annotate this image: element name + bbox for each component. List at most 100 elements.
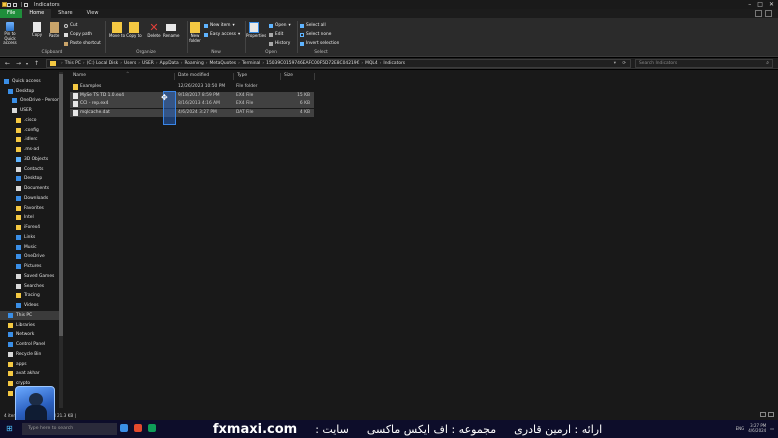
nav-item[interactable]: Videos — [0, 301, 39, 310]
nav-item[interactable]: OneDrive - Person — [0, 96, 60, 105]
nav-item[interactable]: apps — [0, 360, 27, 369]
breadcrumb-chevron-icon[interactable]: › — [181, 61, 183, 66]
column-type[interactable]: Type — [237, 73, 247, 78]
help-icon[interactable] — [765, 10, 772, 17]
edit-button[interactable]: Edit — [269, 32, 283, 37]
maximize-button[interactable]: □ — [757, 1, 763, 8]
address-dropdown-icon[interactable]: ▾ — [614, 61, 616, 66]
address-bar[interactable]: › This PC › (C:) Local Disk › Users › USER › AppD… — [46, 59, 631, 68]
task-view-icon[interactable] — [120, 424, 128, 432]
nav-item[interactable]: Documents — [0, 184, 49, 193]
search-input[interactable]: Search Indicators ⌕ — [635, 59, 773, 68]
rename-button[interactable]: Rename — [163, 22, 179, 39]
back-icon[interactable]: ← — [5, 60, 10, 67]
breadcrumb-chevron-icon[interactable]: › — [262, 61, 264, 66]
breadcrumb-chevron-icon[interactable]: › — [380, 61, 382, 66]
up-icon[interactable]: ↑ — [34, 60, 39, 67]
column-size[interactable]: Size — [284, 73, 293, 78]
breadcrumb-item[interactable]: This PC — [65, 61, 81, 66]
windows-start-icon[interactable]: ⊞ — [6, 424, 13, 433]
select-none-button[interactable]: Select none — [300, 32, 331, 37]
invert-selection-button[interactable]: Invert selection — [300, 41, 339, 46]
nav-item[interactable]: avat akhar — [0, 369, 40, 378]
refresh-icon[interactable]: ⟳ — [622, 61, 626, 66]
nav-item[interactable]: Searches — [0, 282, 44, 291]
minimize-button[interactable]: – — [748, 1, 751, 8]
tab-file[interactable]: File — [0, 9, 23, 18]
new-item-button[interactable]: New item ▾ — [204, 23, 235, 28]
language-indicator[interactable]: ENG — [736, 426, 745, 431]
nav-item[interactable]: Recycle Bin — [0, 350, 41, 359]
scrollbar-thumb[interactable] — [59, 74, 63, 336]
clock[interactable]: 3:27 PM 4/6/2024 — [748, 423, 766, 433]
breadcrumb-item[interactable]: (C:) Local Disk — [87, 61, 119, 66]
paste-button[interactable]: Paste — [46, 22, 62, 39]
file-row[interactable]: Examples 12/26/2023 10:50 PM File folder — [70, 83, 314, 91]
breadcrumb-item[interactable]: Terminal — [242, 61, 261, 66]
ribbon-collapse-icon[interactable] — [755, 10, 762, 17]
nav-item[interactable]: 3D Objects — [0, 155, 48, 164]
select-all-button[interactable]: Select all — [300, 23, 326, 28]
file-row[interactable]: MySe TS TD 1.0.ex4 9/18/2017 8:59 PM EX4 F… — [70, 92, 314, 100]
nav-item[interactable]: .idlerc — [0, 135, 37, 144]
breadcrumb-chevron-icon[interactable]: › — [138, 61, 140, 66]
nav-item[interactable]: USER — [0, 106, 32, 115]
move-to-button[interactable]: Move to — [109, 22, 125, 39]
nav-item[interactable]: Quick access — [0, 77, 41, 86]
tab-view[interactable]: View — [80, 9, 106, 18]
large-icons-view-icon[interactable] — [768, 412, 774, 417]
breadcrumb-chevron-icon[interactable]: › — [120, 61, 122, 66]
nav-item[interactable]: Network — [0, 330, 34, 339]
breadcrumb-chevron-icon[interactable]: › — [156, 61, 158, 66]
copy-path-button[interactable]: Copy path — [64, 32, 92, 37]
details-view-icon[interactable] — [760, 412, 766, 417]
nav-item[interactable]: OneDrive — [0, 252, 45, 261]
breadcrumb-item[interactable]: Indicators — [383, 61, 405, 66]
nav-item[interactable]: iForex4 — [0, 223, 40, 232]
quick-access-properties-icon[interactable] — [7, 2, 11, 7]
nav-item[interactable]: Favorites — [0, 204, 44, 213]
nav-item[interactable]: Desktop — [0, 174, 42, 183]
properties-button[interactable]: Properties — [246, 22, 266, 39]
breadcrumb-chevron-icon[interactable]: › — [361, 61, 363, 66]
breadcrumb-chevron-icon[interactable]: › — [61, 61, 63, 66]
pin-to-quick-access-button[interactable]: Pin to Quick access — [2, 22, 18, 46]
cut-button[interactable]: Cut — [64, 23, 77, 28]
nav-item[interactable]: This PC — [0, 311, 60, 320]
breadcrumb-item[interactable]: Roaming — [184, 61, 203, 66]
breadcrumb-item[interactable]: Users — [124, 61, 136, 66]
taskbar-search-input[interactable]: Type here to search — [22, 423, 117, 435]
nav-item[interactable]: Saved Games — [0, 272, 54, 281]
file-row[interactable]: CCI - rep.ex4 8/16/2013 4:16 AM EX4 File 6 … — [70, 100, 314, 108]
file-row[interactable]: mqlcache.dat 4/6/2024 3:27 PM DAT File 4 KB — [70, 109, 314, 117]
copy-to-button[interactable]: Copy to — [126, 22, 142, 39]
open-button[interactable]: Open ▾ — [269, 23, 291, 28]
nav-item[interactable]: Links — [0, 233, 35, 242]
nav-item[interactable]: .ms-ad — [0, 145, 39, 154]
column-date[interactable]: Date modified — [178, 73, 209, 78]
notifications-icon[interactable]: ▭ — [770, 426, 774, 431]
forward-icon[interactable]: → — [16, 60, 21, 67]
close-button[interactable]: ✕ — [769, 1, 774, 8]
delete-button[interactable]: ✕ Delete — [146, 22, 162, 39]
new-folder-button[interactable]: New folder — [187, 22, 203, 43]
breadcrumb-chevron-icon[interactable]: › — [238, 61, 240, 66]
breadcrumb-item[interactable]: MetaQuotes — [210, 61, 237, 66]
breadcrumb-item[interactable]: MQL4 — [365, 61, 377, 66]
tab-share[interactable]: Share — [51, 9, 79, 18]
quick-access-customize-icon[interactable] — [24, 2, 28, 7]
easy-access-button[interactable]: Easy access ▾ — [204, 32, 240, 37]
tab-home[interactable]: Home — [22, 9, 52, 18]
nav-item[interactable]: Tracing — [0, 291, 40, 300]
quick-access-new-folder-icon[interactable] — [13, 2, 17, 7]
navigation-scrollbar[interactable] — [59, 72, 63, 408]
nav-item[interactable]: Contacts — [0, 165, 43, 174]
breadcrumb-item[interactable]: AppData — [160, 61, 179, 66]
breadcrumb-item[interactable]: USER — [142, 61, 154, 66]
nav-item[interactable]: Downloads — [0, 194, 48, 203]
nav-item[interactable]: Libraries — [0, 321, 35, 330]
nav-item[interactable]: Intel — [0, 213, 34, 222]
nav-item[interactable]: Control Panel — [0, 340, 45, 349]
breadcrumb-chevron-icon[interactable]: › — [206, 61, 208, 66]
copy-button[interactable]: Copy — [29, 22, 45, 38]
